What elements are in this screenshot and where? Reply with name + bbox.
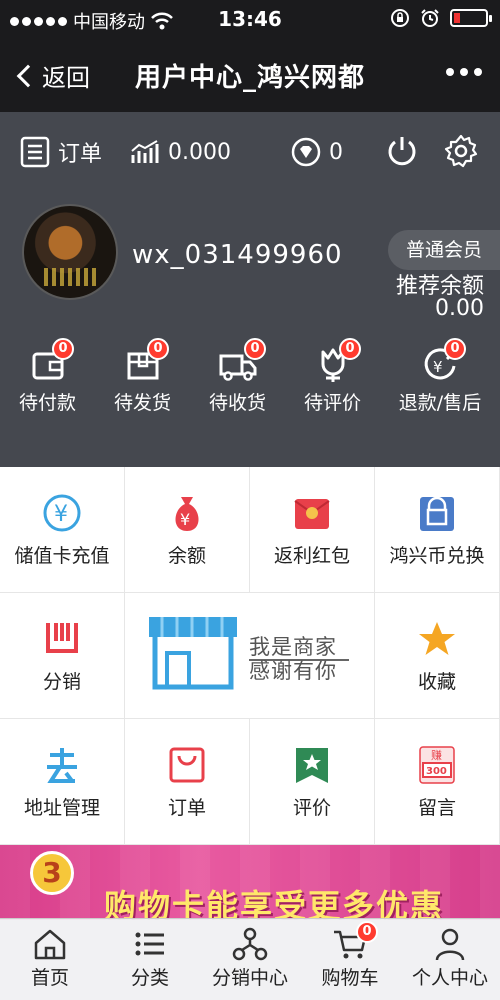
tab-label: 个人中心 (411, 967, 488, 989)
tab-distribution-center[interactable]: 分销中心 (200, 919, 300, 1000)
voucher-number-text: 300 (426, 766, 447, 777)
earn-voucher-icon: 赚 300 (419, 746, 455, 784)
tab-label: 分销中心 (211, 967, 288, 989)
bottom-tab-bar: 首页 分类 分销中心 0 购物车 个人中心 (0, 918, 500, 1000)
red-envelope-icon (294, 499, 330, 529)
distribution-icon (46, 623, 78, 653)
grid-label: 返利红包 (273, 545, 350, 567)
order-status-label: 待付款 (18, 392, 76, 414)
order-pending-review[interactable]: 0 待评价 (285, 338, 380, 415)
order-pending-shipment[interactable]: 0 待发货 (95, 338, 190, 415)
profile-header: 订单 0.000 0 wx_031499960 普通会员 推荐余额 0.00 0… (0, 112, 500, 467)
coin-exchange[interactable]: 鸿兴币兑换 (375, 467, 500, 593)
network-icon (232, 927, 268, 961)
grid-label: 储值卡充值 (14, 545, 110, 567)
profile-actions (386, 134, 478, 168)
profile-stats-row: 订单 0.000 0 (20, 134, 343, 170)
balance[interactable]: ¥ 余额 (125, 467, 250, 593)
address-management[interactable]: 地址管理 (0, 719, 125, 845)
grid-label: 评价 (292, 797, 331, 819)
merchant-entry[interactable]: 我是商家 感谢有你 (125, 593, 375, 719)
svg-text:¥: ¥ (433, 358, 443, 376)
go-icon (47, 748, 77, 783)
rotation-lock-icon (391, 9, 409, 27)
banner-text: 购物卡能享受更多优惠 (104, 887, 445, 920)
svg-text:¥: ¥ (180, 510, 190, 529)
pending-review-badge: 0 (339, 338, 361, 360)
order-status-label: 待收货 (208, 392, 266, 414)
reviews-entry[interactable]: 评价 (250, 719, 375, 845)
home-icon (34, 929, 66, 960)
grid-label: 留言 (417, 797, 456, 819)
person-icon (435, 928, 465, 961)
pending-receipt-badge: 0 (244, 338, 266, 360)
avatar[interactable] (22, 204, 118, 300)
points-value: 0.000 (168, 139, 231, 165)
order-list-icon[interactable] (20, 136, 50, 168)
bookmark-star-icon (296, 748, 328, 783)
tab-label: 购物车 (321, 967, 379, 989)
recommend-balance-value: 0.00 (435, 296, 484, 321)
status-icons (390, 8, 492, 28)
rebate-red-packet[interactable]: 返利红包 (250, 467, 375, 593)
cart-count-badge: 0 (356, 921, 378, 943)
diamond-value: 0 (329, 139, 343, 165)
pending-payment-badge: 0 (52, 338, 74, 360)
tab-label: 分类 (130, 967, 169, 989)
money-bag-icon: ¥ (175, 497, 199, 531)
tab-home[interactable]: 首页 (0, 919, 100, 1000)
svg-text:¥: ¥ (54, 502, 68, 527)
pending-shipment-badge: 0 (147, 338, 169, 360)
favorites[interactable]: 收藏 (375, 593, 500, 719)
banner-number: 3 (30, 851, 74, 895)
status-bar: 中国移动 13:46 (0, 0, 500, 40)
order-label[interactable]: 订单 (58, 136, 102, 168)
messages-entry[interactable]: 赚 300 留言 (375, 719, 500, 845)
order-status-label: 待发货 (113, 392, 171, 414)
navigation-bar: 返回 用户中心_鸿兴网都 (0, 40, 500, 112)
points-chart-icon (131, 140, 159, 163)
alarm-icon (421, 9, 439, 27)
power-button[interactable] (386, 134, 418, 168)
grid-label: 鸿兴币兑换 (389, 545, 485, 567)
orders-entry[interactable]: 订单 (125, 719, 250, 845)
diamond-icon (291, 137, 321, 167)
order-refund-aftersale[interactable]: ¥ 0 退款/售后 (380, 338, 500, 415)
settings-gear-icon[interactable] (444, 134, 478, 168)
tab-label: 首页 (30, 967, 69, 989)
order-pending-receipt[interactable]: 0 待收货 (190, 338, 285, 415)
grid-label: 地址管理 (23, 797, 100, 819)
list-icon (135, 932, 164, 956)
voucher-earn-text: 赚 (431, 748, 442, 762)
grid-label: 订单 (167, 797, 206, 819)
star-icon (419, 622, 455, 655)
order-status-row: 0 待付款 0 待发货 0 待收货 0 待评价 ¥ 0 退款/售后 (0, 338, 500, 415)
storefront-icon (149, 617, 237, 690)
username: wx_031499960 (132, 240, 343, 270)
distribution[interactable]: 分销 (0, 593, 125, 719)
shopping-bag-icon (420, 496, 454, 531)
order-status-label: 退款/售后 (398, 392, 482, 414)
tab-personal-center[interactable]: 个人中心 (400, 919, 500, 1000)
stored-card-recharge[interactable]: ¥ 储值卡充值 (0, 467, 125, 593)
order-pending-payment[interactable]: 0 待付款 (0, 338, 95, 415)
yuan-coin-icon: ¥ (43, 494, 81, 532)
refund-badge: 0 (444, 338, 466, 360)
grid-label: 分销 (42, 671, 81, 693)
grid-label: 收藏 (417, 671, 456, 693)
grid-label: 余额 (167, 545, 206, 567)
page-title: 用户中心_鸿兴网都 (134, 63, 365, 93)
merchant-subtitle: 感谢有你 (249, 659, 337, 683)
order-status-label: 待评价 (303, 392, 361, 414)
more-menu-button[interactable] (446, 68, 482, 76)
battery-icon (450, 9, 492, 27)
member-level-badge: 普通会员 (388, 230, 500, 270)
tab-category[interactable]: 分类 (100, 919, 200, 1000)
order-bag-icon (169, 747, 205, 783)
promo-banner[interactable]: 3 购物卡能享受更多优惠 (0, 845, 500, 920)
feature-grid: ¥ 储值卡充值 ¥ 余额 返利红包 鸿兴币兑换 分销 我是商家 感谢有你 收藏 … (0, 467, 500, 845)
tab-cart[interactable]: 0 购物车 (300, 919, 400, 1000)
